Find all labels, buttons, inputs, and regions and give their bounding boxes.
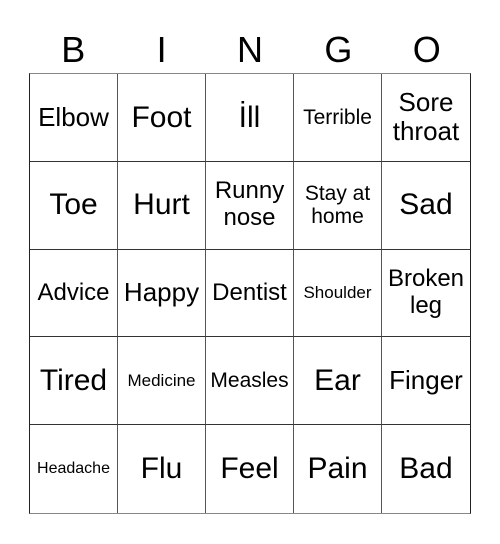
bingo-cell[interactable]: Finger: [382, 337, 470, 426]
bingo-cell[interactable]: Toe: [30, 161, 118, 250]
bingo-cell[interactable]: Runny nose: [206, 161, 294, 250]
bingo-cell[interactable]: Sad: [382, 162, 470, 250]
bingo-cell[interactable]: Sore throat: [382, 74, 470, 162]
bingo-cell[interactable]: Shoulder: [294, 249, 382, 338]
bingo-cell[interactable]: Feel: [206, 425, 294, 513]
bingo-cell[interactable]: Terrible: [294, 74, 382, 162]
header-letter-g: G: [324, 29, 353, 70]
header-letter-n: N: [236, 29, 263, 70]
bingo-cell[interactable]: Pain: [294, 425, 382, 513]
bingo-cell[interactable]: Advice: [30, 249, 118, 338]
header-letter-b: B: [61, 29, 86, 70]
bingo-cell[interactable]: Flu: [118, 425, 206, 513]
bingo-cell[interactable]: İll: [206, 74, 294, 162]
bingo-board: Elbow Foot İll Terrible Sore throat Toe …: [29, 73, 471, 514]
bingo-cell[interactable]: Dentist: [206, 249, 294, 338]
bingo-cell[interactable]: Stay at home: [294, 161, 382, 250]
bingo-cell[interactable]: Bad: [382, 425, 470, 513]
bingo-cell[interactable]: Tired: [30, 337, 118, 426]
bingo-cell[interactable]: Headache: [30, 425, 118, 513]
bingo-cell[interactable]: Happy: [118, 249, 206, 338]
bingo-cell[interactable]: Hurt: [118, 161, 206, 250]
bingo-header: B I N G O: [29, 28, 471, 72]
bingo-cell[interactable]: Medicine: [118, 337, 206, 426]
bingo-cell[interactable]: Ear: [294, 337, 382, 426]
header-letter-o: O: [412, 29, 441, 70]
bingo-cell[interactable]: Elbow: [30, 74, 118, 162]
bingo-cell[interactable]: Measles: [206, 337, 294, 426]
bingo-cell[interactable]: Broken leg: [382, 250, 470, 338]
header-letter-i: I: [156, 29, 167, 70]
bingo-cell[interactable]: Foot: [118, 74, 206, 162]
